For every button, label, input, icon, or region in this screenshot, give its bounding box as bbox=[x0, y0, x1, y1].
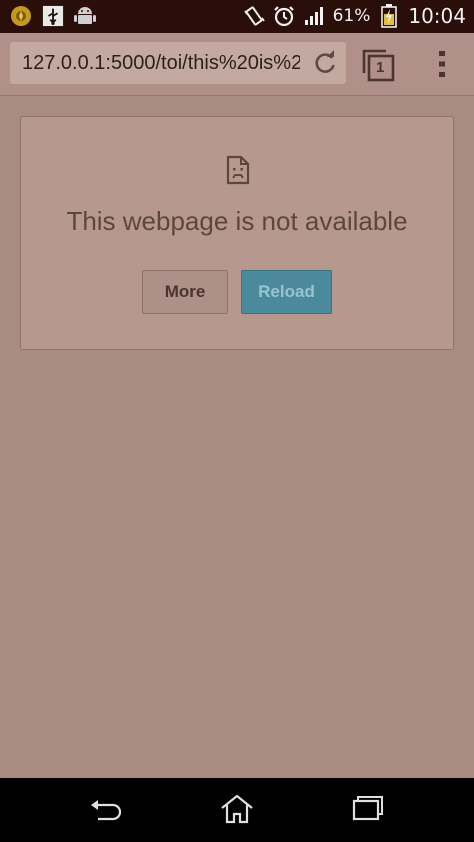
overflow-menu-icon[interactable] bbox=[430, 49, 454, 79]
signal-icon bbox=[303, 5, 325, 27]
tab-count: 1 bbox=[376, 59, 385, 76]
browser-toolbar: 127.0.0.1:5000/toi/this%20is%2 1 bbox=[0, 33, 474, 96]
error-message: This webpage is not available bbox=[66, 206, 408, 236]
clock: 10:04 bbox=[408, 4, 466, 28]
url-text[interactable]: 127.0.0.1:5000/toi/this%20is%2 bbox=[22, 52, 300, 75]
refresh-icon[interactable] bbox=[312, 50, 338, 76]
error-card: This webpage is not available More Reloa… bbox=[20, 116, 454, 350]
status-bar: 61% 10:04 bbox=[0, 0, 474, 33]
notification-app-icon bbox=[10, 5, 32, 27]
back-icon[interactable] bbox=[88, 796, 124, 824]
status-bar-notifications bbox=[10, 5, 96, 27]
tab-switcher-button[interactable]: 1 bbox=[360, 47, 398, 83]
sad-document-icon bbox=[226, 155, 250, 185]
more-button[interactable]: More bbox=[142, 270, 228, 314]
status-bar-system: 61% 10:04 bbox=[243, 4, 466, 28]
recent-apps-icon[interactable] bbox=[350, 795, 386, 823]
reload-button[interactable]: Reload bbox=[241, 270, 332, 314]
home-icon[interactable] bbox=[219, 794, 255, 824]
android-debug-icon bbox=[74, 5, 96, 27]
address-bar[interactable]: 127.0.0.1:5000/toi/this%20is%2 bbox=[10, 42, 346, 84]
navigation-bar bbox=[0, 778, 474, 842]
usb-icon bbox=[42, 5, 64, 27]
battery-percent: 61% bbox=[332, 6, 371, 26]
vibrate-icon bbox=[243, 5, 265, 27]
battery-charging-icon bbox=[378, 4, 400, 28]
alarm-icon bbox=[273, 5, 295, 27]
